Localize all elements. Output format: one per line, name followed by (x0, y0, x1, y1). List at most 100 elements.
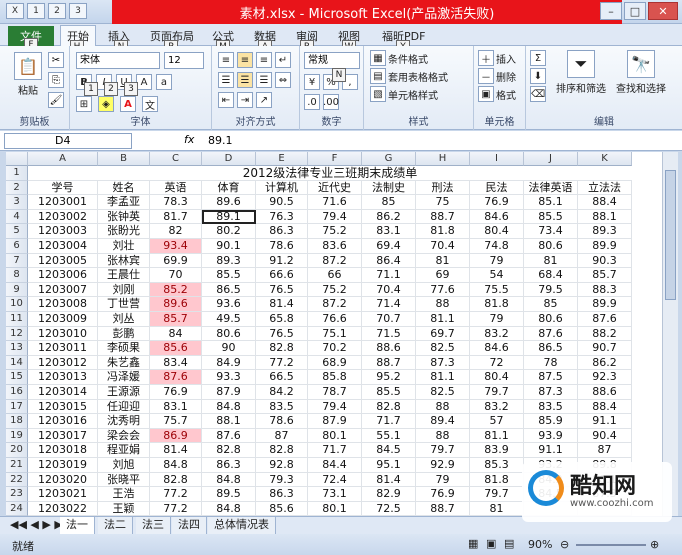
table-cell[interactable]: 90.5 (256, 195, 308, 210)
table-cell[interactable]: 71.5 (362, 326, 416, 342)
table-cell[interactable]: 87.6 (202, 428, 256, 444)
table-cell[interactable]: 90.1 (202, 239, 256, 254)
table-cell[interactable]: 79.3 (256, 472, 308, 488)
fill-icon[interactable]: ⬇ (530, 68, 546, 84)
table-cell[interactable]: 75 (416, 195, 470, 210)
table-cell[interactable]: 1203017 (28, 428, 98, 444)
header-cell[interactable]: 立法法 (578, 180, 632, 196)
row-header[interactable]: 23 (6, 487, 28, 502)
increase-indent-icon[interactable]: ⇥ (237, 92, 253, 108)
align-left-icon[interactable]: ☰ (218, 72, 234, 88)
table-cell[interactable]: 71.4 (362, 297, 416, 312)
table-cell[interactable]: 92.3 (578, 370, 632, 385)
table-cell[interactable]: 88 (416, 399, 470, 415)
table-cell[interactable]: 程亚娟 (98, 443, 150, 458)
table-cell[interactable]: 95.1 (362, 458, 416, 473)
table-cell[interactable]: 93.6 (202, 297, 256, 312)
table-cell[interactable]: 87.2 (308, 297, 362, 312)
table-cell[interactable]: 93.9 (524, 428, 578, 444)
table-cell[interactable]: 78.6 (256, 239, 308, 254)
row-header[interactable]: 20 (6, 443, 28, 458)
table-cell[interactable]: 张钟英 (98, 209, 150, 225)
table-cell[interactable]: 82.8 (150, 472, 202, 488)
table-cell[interactable]: 76.5 (256, 282, 308, 298)
table-cell[interactable]: 83.1 (150, 399, 202, 415)
clear-icon[interactable]: ⌫ (530, 86, 546, 102)
table-cell[interactable]: 78.6 (256, 414, 308, 429)
table-cell[interactable]: 93.4 (150, 239, 202, 254)
table-cell[interactable]: 85.3 (470, 458, 524, 473)
table-cell[interactable]: 81.4 (362, 472, 416, 488)
increase-decimal-icon[interactable]: .0 (304, 94, 320, 110)
table-cell[interactable]: 1203014 (28, 385, 98, 400)
table-cell[interactable]: 90.7 (578, 341, 632, 356)
sheet-tab[interactable]: 法二 (98, 517, 133, 534)
table-cell[interactable]: 91.1 (524, 443, 578, 458)
table-cell[interactable]: 81.4 (150, 443, 202, 458)
table-cell[interactable]: 83.2 (470, 326, 524, 342)
table-cell[interactable]: 80.4 (470, 370, 524, 385)
table-cell[interactable]: 87.2 (308, 253, 362, 269)
table-cell[interactable]: 78 (524, 355, 578, 371)
table-cell[interactable]: 69 (416, 268, 470, 283)
name-box[interactable]: D4 (4, 133, 132, 149)
table-cell[interactable]: 85.2 (150, 282, 202, 298)
table-cell[interactable]: 86.2 (578, 355, 632, 371)
table-cell[interactable]: 85.5 (524, 209, 578, 225)
table-cell[interactable]: 87.5 (524, 370, 578, 385)
currency-icon[interactable]: ¥ (304, 74, 320, 90)
table-cell[interactable]: 70.2 (308, 341, 362, 356)
table-cell[interactable]: 79.5 (524, 282, 578, 298)
table-cell[interactable]: 80.6 (524, 239, 578, 254)
table-cell[interactable]: 1203008 (28, 297, 98, 312)
table-cell[interactable]: 95.2 (362, 370, 416, 385)
header-cell[interactable]: 计算机 (256, 180, 308, 196)
table-cell[interactable]: 87.3 (416, 355, 470, 371)
table-cell[interactable]: 90 (202, 341, 256, 356)
table-cell[interactable]: 88.6 (578, 385, 632, 400)
table-cell[interactable]: 82 (150, 224, 202, 239)
table-cell[interactable]: 刘壮 (98, 239, 150, 254)
sheet-title[interactable]: 2012级法律专业三班期末成绩单 (28, 166, 632, 181)
table-cell[interactable]: 69.9 (150, 253, 202, 269)
table-cell[interactable]: 75.7 (150, 414, 202, 429)
table-cell[interactable]: 91.2 (256, 253, 308, 269)
view-page-layout-icon[interactable]: ▣ (486, 537, 496, 550)
column-header[interactable]: B (98, 152, 150, 166)
table-cell[interactable]: 梁会会 (98, 428, 150, 444)
row-header[interactable]: 17 (6, 399, 28, 415)
copy-icon[interactable]: ⎘ (48, 72, 64, 88)
align-middle-icon[interactable]: ≡ (237, 52, 253, 68)
header-cell[interactable]: 法制史 (362, 180, 416, 196)
table-cell[interactable]: 81.1 (470, 428, 524, 444)
table-cell[interactable]: 86.9 (150, 428, 202, 444)
row-header[interactable]: 3 (6, 195, 28, 210)
scrollbar-thumb[interactable] (665, 170, 676, 300)
table-cell[interactable]: 冯泽媛 (98, 370, 150, 385)
table-cell[interactable]: 84 (150, 326, 202, 342)
table-cell[interactable]: 85.9 (524, 414, 578, 429)
column-header[interactable]: G (362, 152, 416, 166)
sheet-tab[interactable]: 法四 (172, 517, 207, 534)
table-cell[interactable]: 王浩 (98, 487, 150, 502)
delete-cells-button[interactable]: －删除 (478, 68, 516, 84)
header-cell[interactable]: 近代史 (308, 180, 362, 196)
table-cell[interactable]: 89.3 (202, 253, 256, 269)
table-cell[interactable]: 88 (416, 297, 470, 312)
row-header[interactable]: 14 (6, 355, 28, 371)
table-cell[interactable]: 76.3 (256, 209, 308, 225)
table-cell[interactable]: 86.4 (362, 253, 416, 269)
table-cell[interactable]: 77.6 (416, 282, 470, 298)
table-cell[interactable]: 65.8 (256, 312, 308, 327)
table-cell[interactable]: 55.1 (362, 428, 416, 444)
table-cell[interactable]: 79 (470, 253, 524, 269)
table-cell[interactable]: 85.8 (308, 370, 362, 385)
row-header[interactable]: 16 (6, 385, 28, 400)
table-cell[interactable]: 沈秀明 (98, 414, 150, 429)
column-header[interactable]: K (578, 152, 632, 166)
view-page-break-icon[interactable]: ▤ (504, 537, 514, 550)
table-cell[interactable]: 73.1 (308, 487, 362, 502)
table-cell[interactable]: 72.5 (362, 501, 416, 516)
table-cell[interactable]: 刘旭 (98, 458, 150, 473)
table-cell[interactable]: 彭鹏 (98, 326, 150, 342)
